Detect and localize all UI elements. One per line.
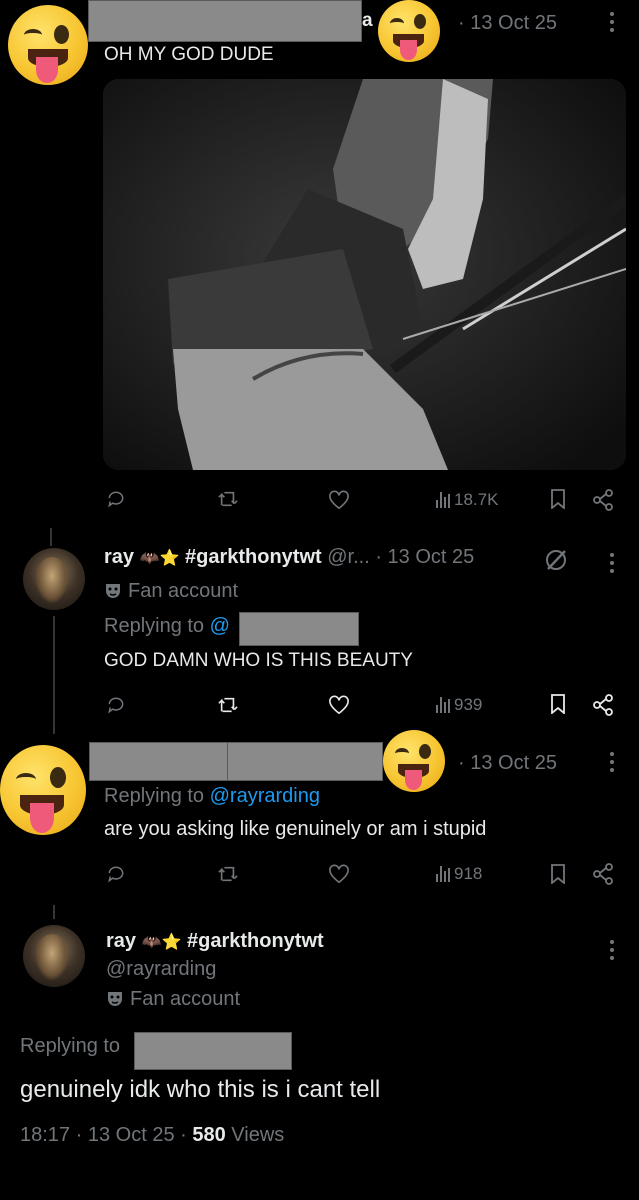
name-emoji: 🦇⭐ (141, 934, 182, 951)
thread-line (50, 528, 52, 546)
replying-prefix: Replying to (104, 785, 205, 807)
replying-prefix: Replying to (104, 615, 205, 637)
fan-account-mask-icon (108, 992, 122, 1006)
tweet2-text: GOD DAMN WHO IS THIS BEAUTY (104, 650, 413, 671)
display-name[interactable]: ray (106, 930, 136, 952)
retweet-icon[interactable] (217, 864, 239, 884)
like-icon[interactable] (328, 695, 350, 715)
tweet1-handle-suffix: a (362, 10, 373, 31)
wink-tongue-emoji-sticker (8, 5, 88, 85)
reply-icon[interactable] (106, 489, 126, 509)
tweet-date[interactable]: · 13 Oct 25 · (76, 1124, 187, 1146)
retweet-icon[interactable] (217, 489, 239, 509)
views-icon (436, 492, 450, 508)
views-count: 18.7K (454, 490, 499, 509)
tweet4-name-line: ray 🦇⭐ #garkthonytwt (106, 930, 324, 953)
redacted-handle (134, 1032, 292, 1070)
display-name[interactable]: ray (104, 546, 134, 568)
retweet-icon[interactable] (217, 695, 239, 715)
thread-line (53, 905, 55, 919)
tweet-time[interactable]: 18:17 (20, 1124, 70, 1146)
tweet4-text: genuinely idk who this is i cant tell (20, 1076, 381, 1103)
more-icon[interactable] (610, 752, 616, 772)
thread-line (53, 616, 55, 734)
fan-account-mask-icon (106, 584, 120, 598)
fan-account-text: Fan account (130, 988, 241, 1010)
redacted-handle (227, 742, 383, 781)
avatar[interactable] (23, 925, 85, 987)
views-icon (436, 697, 450, 713)
reply-icon[interactable] (106, 864, 126, 884)
avatar[interactable] (23, 548, 85, 610)
reply-icon[interactable] (106, 695, 126, 715)
share-icon[interactable] (592, 489, 614, 511)
views-stat[interactable]: 18.7K (436, 490, 498, 510)
replying-handle[interactable]: @ (210, 615, 230, 637)
replying-handle[interactable]: @rayrarding (210, 785, 320, 807)
tweet4-meta: 18:17 · 13 Oct 25 · 580 Views (20, 1124, 284, 1147)
wink-tongue-emoji-sticker (378, 0, 440, 62)
name-hashtag: #garkthonytwt (185, 546, 322, 568)
redacted-username (89, 742, 229, 781)
fan-account-label: Fan account (106, 988, 240, 1011)
replying-to: Replying to @rayrarding (104, 785, 320, 808)
replying-to: Replying to @ (104, 615, 230, 638)
views-count: 939 (454, 695, 483, 714)
fan-account-text: Fan account (128, 580, 239, 602)
views-count: 918 (454, 864, 483, 883)
redacted-username (88, 0, 362, 42)
bookmark-icon[interactable] (550, 864, 566, 884)
grok-icon[interactable] (544, 548, 568, 572)
like-icon[interactable] (328, 864, 350, 884)
tweet4-handle[interactable]: @rayrarding (106, 958, 216, 981)
share-icon[interactable] (592, 863, 614, 885)
wink-tongue-emoji-sticker (383, 730, 445, 792)
redacted-handle (239, 612, 359, 646)
tweet1-text: OH MY GOD DUDE (104, 44, 274, 65)
like-icon[interactable] (328, 490, 350, 510)
bookmark-icon[interactable] (550, 489, 566, 509)
more-icon[interactable] (610, 940, 616, 960)
tweet1-date[interactable]: · 13 Oct 25 (458, 12, 557, 35)
handle[interactable]: @r... (327, 546, 370, 568)
fan-account-label: Fan account (104, 580, 238, 603)
name-emoji: 🦇⭐ (139, 550, 180, 567)
tweet2-header: ray 🦇⭐ #garkthonytwt @r... · 13 Oct 25 (104, 546, 474, 569)
share-icon[interactable] (592, 694, 614, 716)
views-count[interactable]: 580 (192, 1124, 225, 1146)
replying-prefix: Replying to (20, 1035, 121, 1057)
views-stat[interactable]: 939 (436, 695, 482, 715)
views-icon (436, 866, 450, 882)
tweet2-date[interactable]: · 13 Oct 25 (375, 546, 474, 568)
name-hashtag: #garkthonytwt (187, 930, 324, 952)
more-icon[interactable] (610, 12, 616, 32)
more-icon[interactable] (610, 553, 616, 573)
tweet1-photo[interactable] (103, 79, 626, 470)
wink-tongue-emoji-sticker (0, 745, 86, 835)
tweet3-text: are you asking like genuinely or am i st… (104, 818, 487, 840)
views-label: Views (231, 1124, 285, 1146)
tweet3-date[interactable]: · 13 Oct 25 (458, 752, 557, 775)
bookmark-icon[interactable] (550, 694, 566, 714)
views-stat[interactable]: 918 (436, 864, 482, 884)
